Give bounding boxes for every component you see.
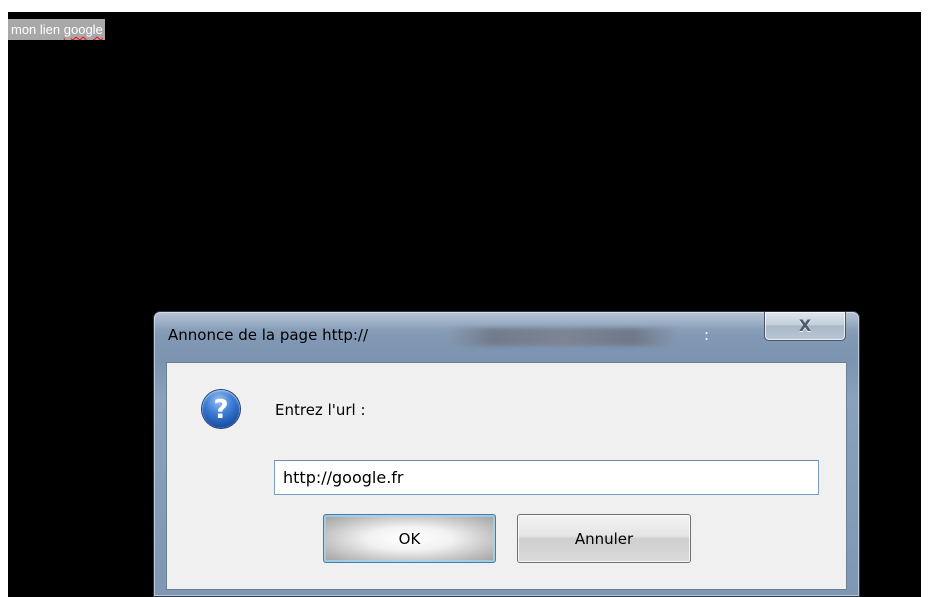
redacted-url xyxy=(447,328,679,346)
url-input[interactable] xyxy=(274,460,819,495)
close-button[interactable]: X xyxy=(764,312,846,341)
dialog-content: ? Entrez l'url : OK Annuler xyxy=(166,362,847,590)
cancel-button[interactable]: Annuler xyxy=(517,514,691,563)
prompt-dialog: Annonce de la page http:// : X ? Entrez … xyxy=(153,311,860,597)
question-icon: ? xyxy=(202,390,240,428)
selected-text-prefix: mon lien xyxy=(11,22,64,37)
misspelled-word: google xyxy=(63,22,103,37)
dialog-title: Annonce de la page http:// xyxy=(168,326,369,344)
ok-button[interactable]: OK xyxy=(323,514,496,563)
dialog-title-suffix: : xyxy=(704,326,710,344)
selected-link-text[interactable]: mon lien google xyxy=(8,19,105,40)
prompt-label: Entrez l'url : xyxy=(275,401,366,419)
close-icon: X xyxy=(798,316,812,335)
